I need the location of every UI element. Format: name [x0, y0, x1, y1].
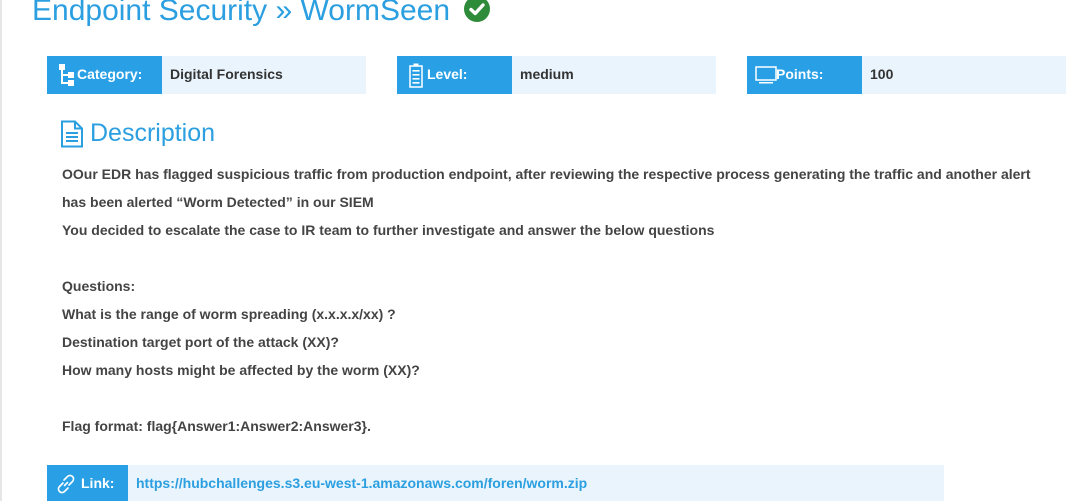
title-category[interactable]: Endpoint Security [32, 0, 267, 27]
page-left-border [0, 0, 2, 501]
sitemap-icon [58, 63, 76, 90]
question-3: How many hosts might be affected by the … [62, 362, 420, 378]
category-label: Category: [77, 66, 143, 82]
questions-heading: Questions: [62, 278, 136, 294]
document-icon [60, 120, 84, 153]
title-challenge-name: WormSeen [300, 0, 451, 27]
link-label: Link: [81, 475, 115, 491]
category-box: Category: Digital Forensics [47, 56, 366, 94]
description-line: OOur EDR has flagged suspicious traffic … [62, 166, 1031, 182]
question-1: What is the range of worm spreading (x.x… [62, 306, 396, 322]
link-box: Link: https://hubchallenges.s3.eu-west-1… [47, 465, 944, 501]
points-label: Points: [776, 66, 824, 82]
level-value: medium [520, 66, 574, 82]
points-label-cell: Points: [747, 56, 862, 94]
check-circle-icon [464, 0, 491, 22]
category-value: Digital Forensics [170, 66, 283, 82]
link-label-cell: Link: [47, 465, 128, 501]
page-title: Endpoint Security » WormSeen [32, 0, 491, 31]
level-label-cell: Level: [397, 56, 512, 94]
points-box: Points: 100 [747, 56, 1066, 94]
description-title: Description [90, 119, 216, 147]
flag-format: Flag format: flag{Answer1:Answer2:Answer… [62, 418, 371, 434]
question-2: Destination target port of the attack (X… [62, 334, 339, 350]
level-box: Level: medium [397, 56, 716, 94]
description-line: You decided to escalate the case to IR t… [62, 222, 715, 238]
monitor-icon [755, 65, 777, 88]
description-line: has been alerted “Worm Detected” in our … [62, 194, 374, 210]
link-icon [54, 472, 78, 499]
title-separator: » [275, 0, 293, 27]
battery-icon [409, 63, 423, 91]
description-body: OOur EDR has flagged suspicious traffic … [62, 160, 1062, 440]
points-value: 100 [870, 66, 894, 82]
level-label: Level: [427, 66, 468, 82]
download-link[interactable]: https://hubchallenges.s3.eu-west-1.amazo… [136, 475, 587, 491]
category-label-cell: Category: [47, 56, 162, 94]
